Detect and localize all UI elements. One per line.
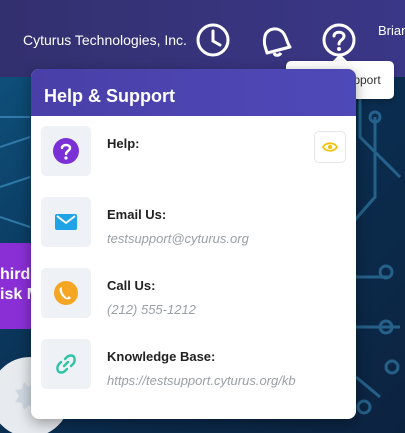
email-row: Email Us: testsupport@cyturus.org [31, 197, 356, 257]
email-icon-box [41, 197, 91, 247]
bell-icon[interactable] [257, 22, 293, 58]
knowledge-base-icon-box [41, 339, 91, 389]
mail-icon [55, 214, 77, 230]
view-help-button[interactable] [314, 131, 346, 163]
phone-label: Call Us: [107, 278, 156, 293]
question-icon [53, 138, 79, 164]
promo-banner-fragment: hirds isk M [0, 243, 34, 329]
help-label: Help: [107, 136, 140, 151]
knowledge-base-label: Knowledge Base: [107, 349, 216, 364]
company-name: Cyturus Technologies, Inc. [23, 32, 187, 48]
help-row: Help: [31, 126, 356, 186]
help-icon-box [41, 126, 91, 176]
eye-icon [322, 142, 338, 152]
promo-banner-text: hirds isk M [0, 266, 34, 303]
clock-icon[interactable] [195, 22, 231, 58]
phone-icon [54, 281, 78, 305]
email-value[interactable]: testsupport@cyturus.org [107, 231, 249, 246]
user-name[interactable]: Brian [378, 23, 405, 38]
knowledge-base-link[interactable]: https://testsupport.cyturus.org/kb [107, 373, 296, 388]
help-support-panel: Help & Support Help: Email Us: testsuppo… [31, 69, 356, 419]
panel-title: Help & Support [31, 69, 356, 116]
help-icon[interactable] [321, 22, 357, 58]
tooltip-arrow [333, 54, 347, 61]
phone-icon-box [41, 268, 91, 318]
link-icon [56, 354, 76, 374]
email-label: Email Us: [107, 207, 167, 222]
phone-row: Call Us: (212) 555-1212 [31, 268, 356, 328]
knowledge-base-row: Knowledge Base: https://testsupport.cytu… [31, 339, 356, 399]
phone-value[interactable]: (212) 555-1212 [107, 302, 196, 317]
